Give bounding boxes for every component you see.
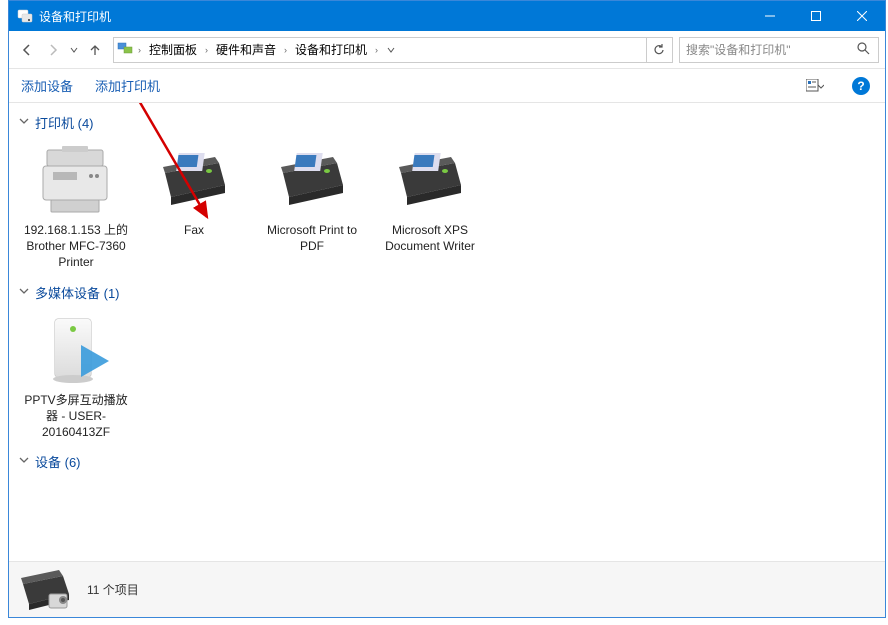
mfp-printer-icon: [33, 144, 119, 218]
group-label: 设备 (6): [35, 452, 81, 471]
breadcrumb-dropdown[interactable]: [382, 38, 400, 62]
window-title: 设备和打印机: [39, 8, 747, 25]
printer-icon: [387, 144, 473, 218]
add-device-link[interactable]: 添加设备: [21, 76, 73, 95]
recent-dropdown[interactable]: [67, 38, 81, 62]
chevron-right-icon[interactable]: ›: [280, 45, 291, 55]
device-label: Fax: [184, 222, 204, 238]
window-controls: [747, 1, 885, 31]
help-icon: ?: [852, 77, 870, 95]
device-label: Microsoft XPS Document Writer: [373, 222, 487, 254]
breadcrumb-item[interactable]: 控制面板: [145, 39, 201, 60]
device-label: PPTV多屏互动播放器 - USER-20160413ZF: [19, 392, 133, 441]
chevron-right-icon[interactable]: ›: [201, 45, 212, 55]
multimedia-grid: PPTV多屏互动播放器 - USER-20160413ZF: [17, 308, 877, 447]
device-label: 192.168.1.153 上的 Brother MFC-7360 Printe…: [19, 222, 133, 271]
titlebar: 设备和打印机: [9, 1, 885, 31]
window-frame: 设备和打印机: [8, 0, 886, 618]
media-device-icon: [33, 314, 119, 388]
command-bar: 添加设备 添加打印机 ?: [9, 69, 885, 103]
chevron-down-icon: [19, 286, 31, 299]
help-button[interactable]: ?: [849, 74, 873, 98]
device-item[interactable]: PPTV多屏互动播放器 - USER-20160413ZF: [17, 308, 135, 447]
status-text: 11 个项目: [87, 581, 139, 598]
add-printer-link[interactable]: 添加打印机: [95, 76, 160, 95]
printer-icon: [269, 144, 355, 218]
device-item[interactable]: 192.168.1.153 上的 Brother MFC-7360 Printe…: [17, 138, 135, 277]
status-bar: 11 个项目: [9, 561, 885, 617]
nav-bar: › 控制面板 › 硬件和声音 › 设备和打印机 ›: [9, 31, 885, 69]
refresh-button[interactable]: [646, 38, 670, 62]
search-input[interactable]: [684, 42, 853, 58]
device-item[interactable]: Microsoft XPS Document Writer: [371, 138, 489, 277]
search-box[interactable]: [679, 37, 879, 63]
maximize-button[interactable]: [793, 1, 839, 31]
breadcrumb-root-icon: [116, 40, 134, 59]
content-area: 打印机 (4) 192.168.1.153 上的 Brother MFC-736…: [9, 103, 885, 561]
printers-grid: 192.168.1.153 上的 Brother MFC-7360 Printe…: [17, 138, 877, 277]
group-label: 多媒体设备 (1): [35, 283, 120, 302]
group-header-printers[interactable]: 打印机 (4): [17, 107, 877, 138]
chevron-right-icon[interactable]: ›: [371, 45, 382, 55]
chevron-down-icon: [19, 116, 31, 129]
printer-icon: [151, 144, 237, 218]
breadcrumb-item[interactable]: 硬件和声音: [212, 39, 280, 60]
chevron-down-icon: [19, 455, 31, 468]
group-label: 打印机 (4): [35, 113, 94, 132]
titlebar-app-icon: [17, 8, 33, 24]
device-label: Microsoft Print to PDF: [255, 222, 369, 254]
back-button[interactable]: [15, 38, 39, 62]
up-button[interactable]: [83, 38, 107, 62]
group-header-devices[interactable]: 设备 (6): [17, 446, 877, 477]
view-options-button[interactable]: [803, 74, 827, 98]
device-item[interactable]: Microsoft Print to PDF: [253, 138, 371, 277]
search-icon[interactable]: [853, 42, 874, 58]
forward-button[interactable]: [41, 38, 65, 62]
breadcrumb-item[interactable]: 设备和打印机: [291, 39, 371, 60]
breadcrumb[interactable]: › 控制面板 › 硬件和声音 › 设备和打印机 ›: [113, 37, 673, 63]
close-button[interactable]: [839, 1, 885, 31]
device-item[interactable]: Fax: [135, 138, 253, 277]
minimize-button[interactable]: [747, 1, 793, 31]
chevron-right-icon[interactable]: ›: [134, 45, 145, 55]
status-icon: [19, 568, 75, 612]
group-header-multimedia[interactable]: 多媒体设备 (1): [17, 277, 877, 308]
